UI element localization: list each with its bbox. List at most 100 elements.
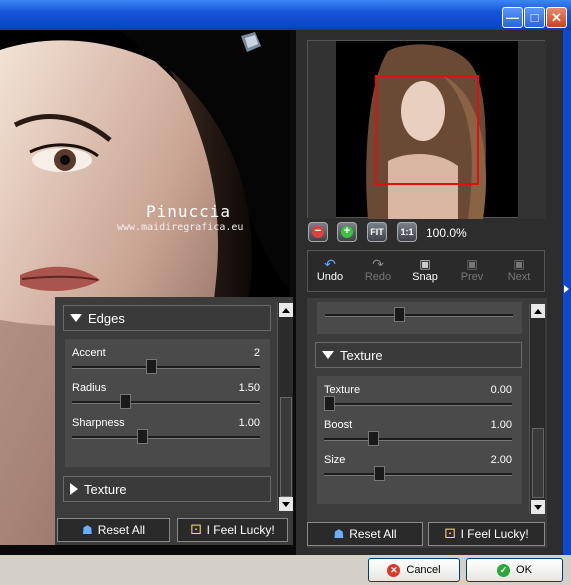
left-settings-panel: Edges Accent 2 Radius 1.50 Sharpness 1.00 Tex… (55, 297, 293, 545)
undo-label: Undo (316, 271, 344, 283)
zoom-out-icon: − (312, 226, 324, 238)
right-reset-all-button[interactable]: ☗ Reset All (307, 522, 423, 546)
param-value: 1.00 (490, 419, 512, 431)
zoom-actual-button[interactable]: 1:1 (397, 222, 417, 242)
watermark-name: Pinuccia (146, 202, 232, 221)
zoom-in-button[interactable]: + (337, 222, 357, 242)
topaz-logo (235, 30, 291, 60)
next-icon: ▣ (513, 257, 525, 271)
prev-label: Prev (460, 271, 484, 283)
check-icon: ✓ (497, 563, 511, 577)
zoom-in-icon: + (341, 226, 353, 238)
window-right-border (563, 30, 571, 555)
viewport-rectangle[interactable] (375, 75, 479, 185)
param-label: Accent (72, 347, 106, 359)
next-label: Next (507, 271, 531, 283)
minimize-button[interactable]: — (502, 7, 523, 28)
ok-button[interactable]: ✓ OK (466, 558, 563, 582)
reset-icon: ☗ (333, 527, 345, 541)
scroll-up-button[interactable] (279, 303, 293, 317)
slider-track (324, 473, 512, 476)
undo-button[interactable]: ↶ Undo (312, 257, 348, 283)
slider-track (72, 366, 260, 369)
edges-params: Accent 2 Radius 1.50 Sharpness 1.00 (65, 339, 270, 467)
param-label: Texture (324, 384, 361, 396)
dialog-footer: ✕ Cancel ✓ OK (0, 555, 571, 585)
snap-button[interactable]: ▣ Snap (407, 257, 443, 283)
previous-group-slider (317, 302, 522, 334)
snap-label: Snap (412, 271, 438, 283)
slider-thumb[interactable] (324, 396, 335, 411)
scroll-down-button[interactable] (531, 500, 545, 514)
redo-button[interactable]: ↷ Redo (360, 257, 396, 283)
scroll-down-icon (534, 504, 542, 510)
minimize-icon: — (506, 10, 519, 25)
dice-icon: ⚀ (190, 522, 202, 537)
navigator-thumbnail[interactable] (307, 40, 546, 219)
undo-icon: ↶ (324, 256, 336, 272)
camera-icon: ▣ (419, 257, 431, 271)
lucky-label: I Feel Lucky! (206, 523, 275, 537)
edges-title: Edges (88, 310, 125, 326)
slider-thumb[interactable] (146, 359, 157, 374)
maximize-icon: □ (530, 10, 539, 25)
texture-title-right: Texture (340, 347, 383, 363)
left-reset-all-button[interactable]: ☗ Reset All (57, 518, 170, 542)
slider-thumb[interactable] (137, 429, 148, 444)
redo-label: Redo (364, 271, 392, 283)
zoom-fit-button[interactable]: FIT (367, 222, 387, 242)
reset-icon: ☗ (81, 523, 93, 537)
slider-thumb[interactable] (374, 466, 385, 481)
scroll-thumb[interactable] (280, 397, 292, 497)
cancel-icon: ✕ (387, 563, 401, 577)
ok-label: OK (516, 564, 532, 576)
slider-thumb[interactable] (394, 307, 405, 322)
param-value: 1.00 (238, 417, 260, 429)
left-scrollbar[interactable] (277, 303, 293, 511)
zoom-out-button[interactable]: − (308, 222, 328, 242)
texture-params: Texture 0.00 Boost 1.00 Size 2.00 (317, 376, 522, 504)
scroll-up-icon (282, 307, 290, 313)
right-settings-panel: Texture Texture 0.00 Boost 1.00 Size 2.00 ☗ R… (307, 298, 547, 548)
slider-thumb[interactable] (120, 394, 131, 409)
collapse-arrow-icon (322, 351, 334, 359)
left-lucky-button[interactable]: ⚀ I Feel Lucky! (177, 518, 288, 542)
collapse-arrow-icon (70, 314, 82, 322)
next-button[interactable]: ▣ Next (501, 257, 537, 283)
scroll-thumb[interactable] (532, 428, 544, 498)
prev-button[interactable]: ▣ Prev (454, 257, 490, 283)
param-value: 0.00 (490, 384, 512, 396)
param-value: 2.00 (490, 454, 512, 466)
right-lucky-button[interactable]: ⚀ I Feel Lucky! (428, 522, 545, 546)
texture-group-header[interactable]: Texture (63, 476, 271, 502)
prev-icon: ▣ (466, 257, 478, 271)
maximize-button[interactable]: □ (524, 7, 545, 28)
close-button[interactable]: ✕ (546, 7, 567, 28)
param-label: Radius (72, 382, 107, 394)
reset-label: Reset All (349, 527, 397, 541)
right-scrollbar[interactable] (529, 304, 545, 514)
cancel-button[interactable]: ✕ Cancel (368, 558, 460, 582)
lucky-label: I Feel Lucky! (460, 527, 529, 541)
title-bar: — □ ✕ (0, 0, 571, 30)
scroll-up-button[interactable] (531, 304, 545, 318)
texture-group-header-right[interactable]: Texture (315, 342, 522, 368)
param-label: Size (324, 454, 346, 466)
slider-thumb[interactable] (368, 431, 379, 446)
zoom-level: 100.0% (426, 226, 467, 240)
slider-track (324, 438, 512, 441)
cancel-label: Cancel (406, 564, 441, 576)
close-icon: ✕ (551, 9, 562, 25)
reset-label: Reset All (97, 523, 146, 537)
edges-group-header[interactable]: Edges (63, 305, 271, 331)
scroll-down-button[interactable] (279, 497, 293, 511)
topaz-logo-icon (241, 32, 261, 52)
slider-track (72, 436, 260, 439)
texture-title: Texture (84, 481, 127, 497)
watermark-url: www.maidiregrafica.eu (117, 222, 244, 233)
history-toolbar: ↶ Undo ↷ Redo ▣ Snap ▣ Prev ▣ Next (307, 250, 545, 292)
redo-icon: ↷ (372, 256, 384, 272)
expand-arrow-icon (70, 483, 78, 495)
param-value: 1.50 (238, 382, 260, 394)
param-label: Sharpness (72, 417, 125, 429)
